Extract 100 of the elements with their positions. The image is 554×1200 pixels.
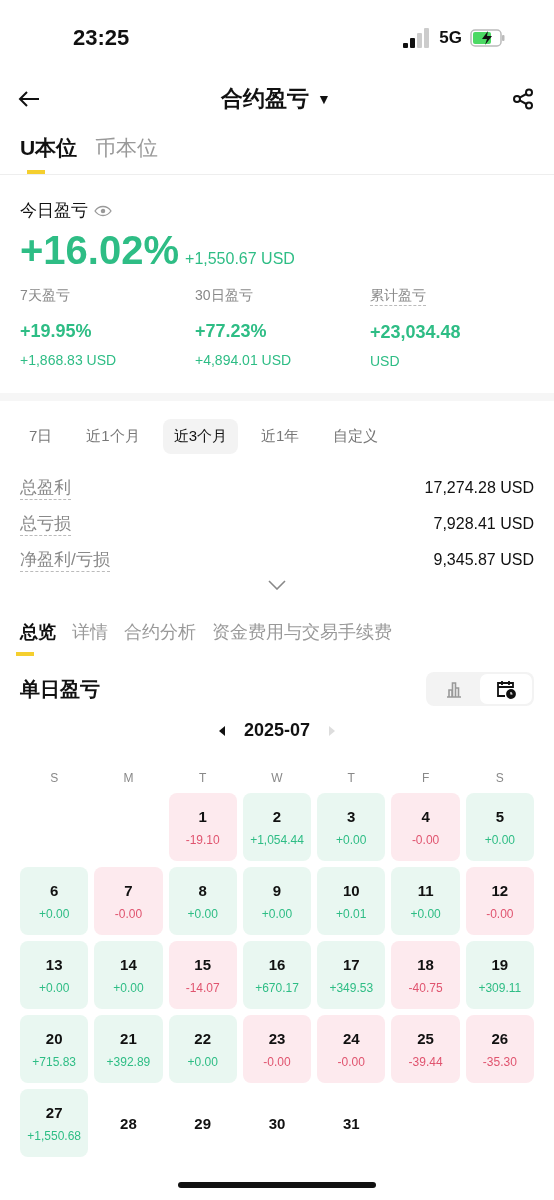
weekday-label: S bbox=[50, 771, 59, 785]
range-chip[interactable]: 近3个月 bbox=[162, 419, 239, 454]
calendar-day[interactable]: 23 -0.00 bbox=[242, 1015, 312, 1083]
calendar-day[interactable]: 25 -39.44 bbox=[391, 1015, 460, 1083]
calendar-day[interactable]: 16 +670.17 bbox=[242, 941, 312, 1009]
calendar-day[interactable]: 15 -14.07 bbox=[168, 941, 237, 1009]
day-number: 27 bbox=[45, 1103, 63, 1121]
calendar-day[interactable]: 19 +309.11 bbox=[465, 941, 534, 1009]
day-pnl: +0.00 bbox=[38, 906, 70, 921]
dropdown-caret[interactable]: ▼ bbox=[317, 91, 331, 107]
day-number: 16 bbox=[268, 955, 286, 973]
day-number: 19 bbox=[491, 955, 509, 973]
today-pnl-percent: +16.02% bbox=[20, 228, 180, 273]
weekday-label: F bbox=[421, 771, 430, 785]
day-pnl: -19.10 bbox=[185, 832, 220, 847]
calendar-day[interactable]: 11 +0.00 bbox=[391, 867, 460, 935]
calendar-day[interactable]: 7 -0.00 bbox=[94, 867, 163, 935]
day-number: 28 bbox=[120, 1114, 137, 1132]
total-label: 总亏损 bbox=[20, 512, 71, 536]
calendar-day[interactable]: 18 -40.75 bbox=[391, 941, 460, 1009]
total-value: 9,345.87 USD bbox=[433, 551, 534, 569]
calendar-day[interactable]: 3 +0.00 bbox=[317, 793, 386, 861]
calendar-day[interactable]: 24 -0.00 bbox=[317, 1015, 386, 1083]
day-number: 17 bbox=[342, 955, 360, 973]
chevron-down-icon[interactable] bbox=[268, 580, 286, 590]
calendar-day[interactable]: 9 +0.00 bbox=[242, 867, 312, 935]
calendar-day[interactable]: 4 -0.00 bbox=[391, 793, 460, 861]
period-pnl-label: 7天盈亏 bbox=[20, 287, 70, 305]
total-value: 7,928.41 USD bbox=[433, 515, 534, 533]
eye-icon[interactable] bbox=[94, 204, 112, 217]
day-pnl: -40.75 bbox=[408, 980, 443, 995]
day-number: 23 bbox=[268, 1029, 286, 1047]
day-pnl: +0.01 bbox=[336, 906, 367, 921]
bar-chart-icon bbox=[444, 679, 464, 699]
today-pnl-amount: +1,550.67 USD bbox=[185, 250, 295, 268]
page-title[interactable]: 合约盈亏 bbox=[221, 84, 310, 114]
day-number: 22 bbox=[194, 1029, 212, 1047]
day-pnl: -0.00 bbox=[263, 1054, 291, 1069]
range-chip[interactable]: 7日 bbox=[18, 419, 64, 454]
calendar-day[interactable]: 14 +0.00 bbox=[94, 941, 163, 1009]
view-toggle-button[interactable] bbox=[480, 674, 532, 704]
weekday-label: W bbox=[271, 771, 283, 785]
period-pnl-percent: +19.95% bbox=[20, 321, 92, 342]
daily-pnl-title: 单日盈亏 bbox=[20, 676, 100, 702]
period-pnl-percent: +77.23% bbox=[195, 321, 267, 342]
day-pnl: +0.00 bbox=[38, 980, 70, 995]
calendar-day[interactable]: 26 -35.30 bbox=[465, 1015, 534, 1083]
period-pnl-amount: USD bbox=[370, 353, 400, 369]
day-number: 15 bbox=[194, 955, 212, 973]
day-pnl: +0.00 bbox=[336, 832, 367, 847]
calendar-day[interactable]: 21 +392.89 bbox=[94, 1015, 163, 1083]
day-pnl: +309.11 bbox=[478, 980, 522, 995]
calendar-day[interactable]: 10 +0.01 bbox=[317, 867, 386, 935]
day-pnl: +715.83 bbox=[32, 1054, 76, 1069]
day-pnl: +0.00 bbox=[410, 906, 441, 921]
period-pnl-label: 30日盈亏 bbox=[195, 287, 253, 305]
status-time: 23:25 bbox=[73, 25, 130, 51]
calendar-day[interactable]: 8 +0.00 bbox=[168, 867, 237, 935]
weekday-label: T bbox=[199, 771, 207, 785]
day-number: 25 bbox=[417, 1029, 434, 1047]
range-chip[interactable]: 近1个月 bbox=[75, 419, 151, 454]
calendar-day[interactable]: 13 +0.00 bbox=[20, 941, 89, 1009]
day-number: 24 bbox=[342, 1029, 360, 1047]
calendar-day[interactable]: 17 +349.53 bbox=[317, 941, 386, 1009]
share-icon[interactable] bbox=[512, 88, 534, 110]
day-number: 11 bbox=[417, 881, 434, 899]
calendar-day[interactable]: 22 +0.00 bbox=[168, 1015, 237, 1083]
day-pnl: +1,550.68 bbox=[27, 1128, 81, 1143]
day-pnl: -0.00 bbox=[114, 906, 143, 921]
day-pnl: -0.00 bbox=[411, 832, 440, 847]
day-number: 14 bbox=[120, 955, 137, 973]
day-pnl: -39.44 bbox=[408, 1054, 443, 1069]
period-pnl-amount: +1,868.83 USD bbox=[20, 352, 117, 368]
day-number: 20 bbox=[45, 1029, 63, 1047]
day-number: 13 bbox=[45, 955, 63, 973]
calendar-day[interactable]: 5 +0.00 bbox=[465, 793, 534, 861]
day-number: 18 bbox=[417, 955, 434, 973]
day-number: 4 bbox=[421, 807, 430, 825]
calendar-day[interactable]: 6 +0.00 bbox=[20, 867, 89, 935]
calendar-day[interactable]: 2 +1,054.44 bbox=[242, 793, 312, 861]
calendar-day[interactable]: 20 +715.83 bbox=[20, 1015, 89, 1083]
calendar-day[interactable]: 12 -0.00 bbox=[465, 867, 534, 935]
day-number: 30 bbox=[268, 1114, 286, 1132]
calendar-day[interactable]: 27 +1,550.68 bbox=[20, 1089, 89, 1157]
battery-charging-icon bbox=[470, 29, 506, 47]
calendar-icon bbox=[495, 678, 517, 700]
day-number: 12 bbox=[491, 881, 509, 899]
range-chip[interactable]: 自定义 bbox=[322, 419, 390, 454]
day-pnl: -0.00 bbox=[337, 1054, 365, 1069]
day-pnl: +0.00 bbox=[187, 906, 218, 921]
day-pnl: +1,054.44 bbox=[250, 832, 304, 847]
day-pnl: +670.17 bbox=[255, 980, 299, 995]
day-number: 7 bbox=[124, 881, 133, 899]
month-label: 2025-07 bbox=[243, 720, 311, 741]
previous-month-icon[interactable] bbox=[217, 724, 226, 737]
range-chip[interactable]: 近1年 bbox=[250, 419, 311, 454]
asset-tab[interactable]: U本位 bbox=[20, 134, 78, 174]
weekday-label: M bbox=[123, 771, 134, 785]
calendar-day[interactable]: 1 -19.10 bbox=[168, 793, 237, 861]
back-arrow-icon[interactable] bbox=[18, 90, 40, 108]
